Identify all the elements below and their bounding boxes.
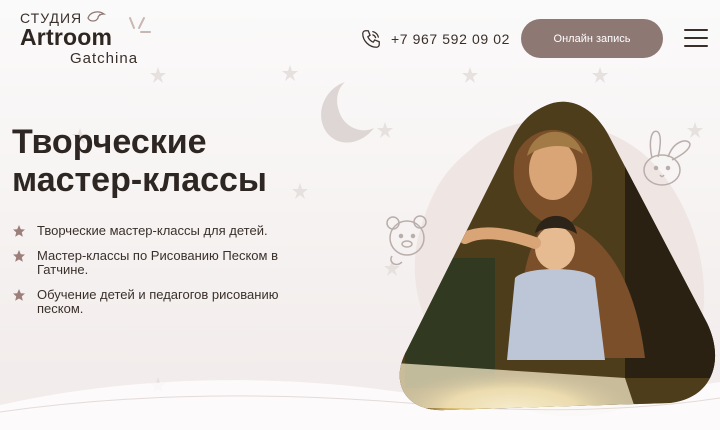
menu-bar [684, 45, 708, 47]
phone-number: +7 967 592 09 02 [391, 31, 510, 47]
hero-title: Творческие мастер-классы [12, 123, 332, 199]
star-icon [13, 225, 25, 237]
logo[interactable]: СТУДИЯ Artroom Gatchina [20, 8, 160, 68]
page: СТУДИЯ Artroom Gatchina +7 967 592 09 02… [0, 0, 720, 430]
online-booking-button[interactable]: Онлайн запись [521, 19, 663, 58]
hero-photo [399, 101, 716, 411]
logo-name: Artroom [20, 24, 113, 50]
bullet-text: Творческие мастер-классы для детей. [37, 223, 268, 238]
phone-icon [362, 30, 380, 48]
bird-icon [87, 11, 107, 22]
logo-city: Gatchina [70, 50, 139, 67]
bullet-text: Обучение детей и педагогов рисованию пес… [37, 287, 279, 316]
star-icon [13, 289, 25, 301]
bullet-text: Мастер-классы по Рисованию Песком в Гатч… [37, 248, 278, 277]
hamburger-menu-icon[interactable] [684, 27, 710, 49]
hero-bullet-list: Творческие мастер-классы для детей. Маст… [12, 224, 312, 327]
list-item: Творческие мастер-классы для детей. [12, 224, 312, 238]
sun-rays-icon [129, 17, 151, 33]
hero-title-line2: мастер-классы [12, 161, 267, 199]
list-item: Мастер-классы по Рисованию Песком в Гатч… [12, 249, 312, 277]
star-icon [13, 250, 25, 262]
list-item: Обучение детей и педагогов рисованию пес… [12, 288, 312, 316]
phone-link[interactable]: +7 967 592 09 02 [360, 27, 510, 51]
menu-bar [684, 37, 708, 39]
hero-title-line1: Творческие [12, 123, 207, 161]
menu-bar [684, 29, 708, 31]
